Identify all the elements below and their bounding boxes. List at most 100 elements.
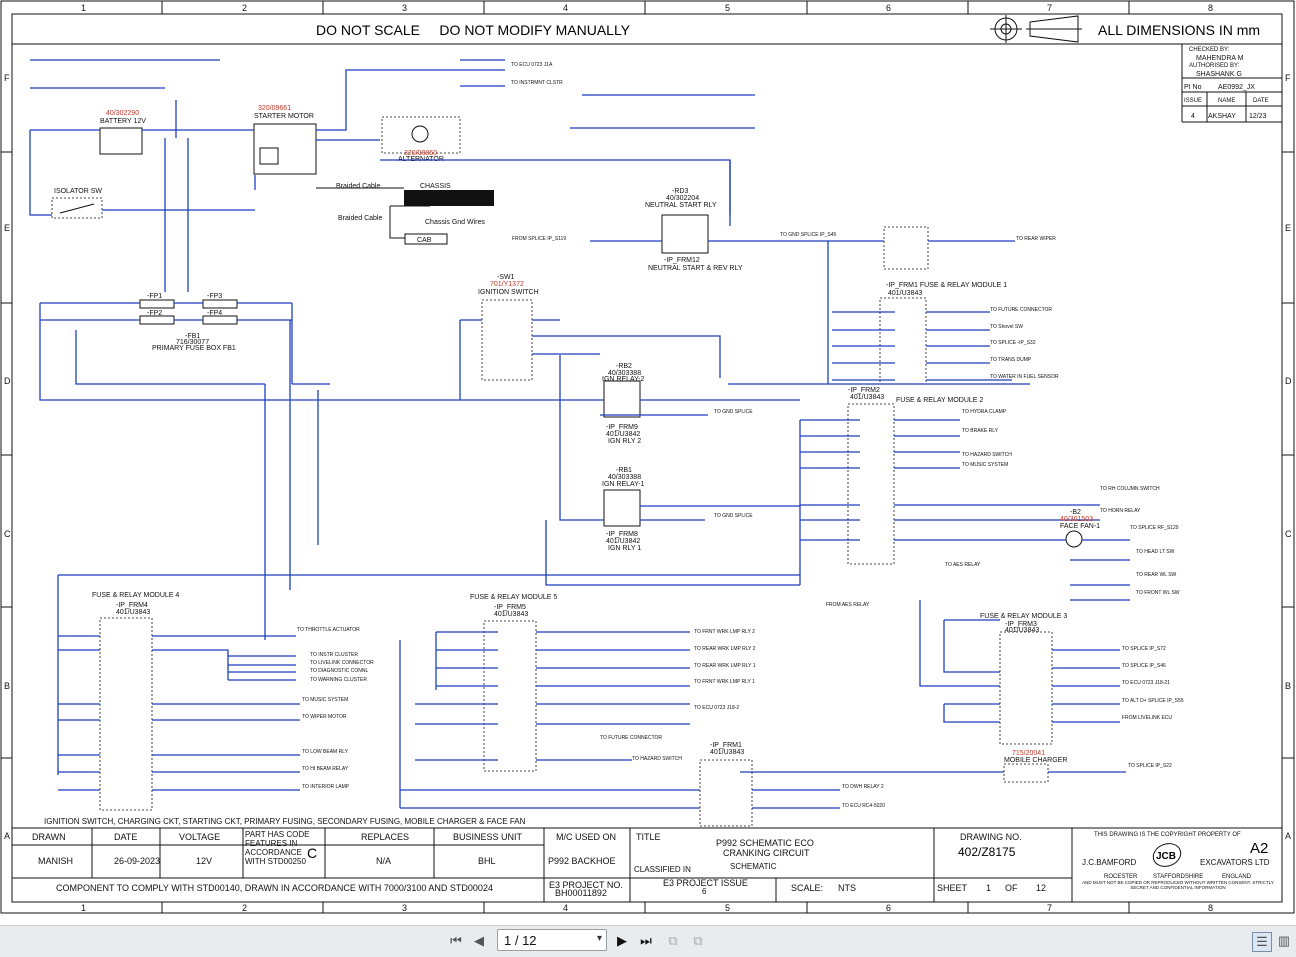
- row-c: C: [4, 529, 11, 539]
- rb1-name: IGN RELAY-1: [602, 481, 645, 488]
- dest-m1-3: TO TRANS DUMP: [990, 357, 1032, 363]
- fp1-label: -FP1: [147, 293, 162, 300]
- fuse-relay-module-3: FUSE & RELAY MODULE 3 -IP_FRM3 401/U3843…: [919, 600, 1184, 745]
- page-selector[interactable]: 1 / 12 ▾: [497, 929, 607, 951]
- ign-rly2-label: IGN RLY 2: [608, 438, 641, 445]
- rb1-label: -RB1: [616, 467, 632, 474]
- tb-bu: BHL: [478, 856, 496, 866]
- braided-cable-1: Braided Cable: [336, 183, 380, 190]
- frm9-code: 401/U3842: [606, 431, 640, 438]
- dest-f1b-1: TO ECU RC4-5020: [842, 803, 885, 809]
- cab-label: CAB: [417, 237, 432, 244]
- tb-part-code: C: [307, 845, 317, 861]
- last-page-button[interactable]: ⏭: [637, 932, 655, 950]
- row-a-right: A: [1285, 831, 1291, 841]
- rb2-name: IGN RELAY-2: [602, 376, 645, 383]
- chevron-down-icon: ▾: [596, 933, 602, 944]
- fp2-label: -FP2: [147, 310, 162, 317]
- dest-top-7: FROM AES RELAY: [826, 602, 870, 608]
- name-label: NAME: [1218, 98, 1235, 104]
- rb1-code: 40/303388: [608, 474, 641, 481]
- fp4-label: -FP4: [207, 310, 222, 317]
- revision-panel: CHECKED BY: MAHENDRA M AUTHORISED BY: SH…: [1181, 44, 1282, 123]
- dest-m5-0: TO FRNT WRK LMP RLY 2: [694, 629, 755, 635]
- tb-company2: EXCAVATORS LTD: [1200, 858, 1270, 867]
- schematic-caption: IGNITION SWITCH, CHARGING CKT, STARTING …: [44, 817, 526, 826]
- header-dimensions: ALL DIMENSIONS IN mm: [1098, 22, 1260, 38]
- dest-m1-0: TO FUTURE CONNECTOR: [990, 307, 1052, 313]
- dest-m4-2: TO LIVELINK CONNECTOR: [310, 660, 374, 666]
- tb-bu-label: BUSINESS UNIT: [453, 832, 523, 842]
- tb-sheets: 12: [1036, 883, 1046, 893]
- row-d-right: D: [1285, 376, 1292, 386]
- starter-label: STARTER MOTOR: [254, 113, 314, 120]
- dest-ff-6: TO AES RELAY: [945, 562, 981, 568]
- header-do-not-scale: DO NOT SCALE DO NOT MODIFY MANUALLY: [316, 22, 631, 38]
- dest-m1-2: TO SPLICE -IP_S32: [990, 340, 1036, 346]
- title-block: DRAWN DATE VOLTAGE REPLACES BUSINESS UNI…: [12, 827, 1282, 902]
- next-page-button[interactable]: ▶: [613, 932, 631, 950]
- b2-code: 40/301503: [1060, 516, 1093, 523]
- isolator-label: ISOLATOR SW: [54, 188, 102, 195]
- dest-m2-3: TO MUSIC SYSTEM: [962, 462, 1008, 468]
- tb-replaces: N/A: [376, 856, 391, 866]
- pdf-viewer-toolbar: ⏮ ◀ 1 / 12 ▾ ▶ ⏭ ⧉ ⧉ ☰ ▥: [0, 925, 1296, 957]
- dest-m4-3: TO DIAGNOSTIC CONNL: [310, 668, 368, 674]
- tb-sheet-label: SHEET: [937, 883, 968, 893]
- ign-relays: -RB2 40/303388 IGN RELAY-2 -IP_FRM9 401/…: [460, 355, 800, 586]
- dest-m5-5: TO FUTURE CONNECTOR: [600, 735, 662, 741]
- previous-page-button[interactable]: ◀: [470, 932, 488, 950]
- frm5-label: -IP_FRM5: [494, 604, 526, 611]
- tb-part-code-wrap: PART HAS CODE FEATURES IN ACCORDANCE WIT…: [245, 830, 309, 866]
- jcb-logo-icon: JCB: [1152, 843, 1182, 867]
- row-c-right: C: [1285, 529, 1292, 539]
- battery-label: BATTERY 12V: [100, 118, 146, 125]
- row-b-right: B: [1285, 681, 1291, 691]
- dest-m5-3: TO FRNT WRK LMP RLY 1: [694, 679, 755, 685]
- dest-m4-4: TO WARNING CLUSTER: [310, 677, 367, 683]
- chassis-label: CHASSIS: [420, 183, 451, 190]
- dest-m4-7: TO LOW BEAM RLY: [302, 749, 349, 755]
- dest-m4-1: TO INSTR CLUSTER: [310, 652, 358, 658]
- frm9-label: -IP_FRM9: [606, 424, 638, 431]
- tb-voltage: 12V: [196, 856, 212, 866]
- single-page-icon: ☰: [1256, 934, 1268, 949]
- frm1b-code: 401/U3843: [710, 749, 744, 756]
- dest-ff-2: TO SPLICE RF_S120: [1130, 525, 1179, 531]
- frm5-code: 401/U3843: [494, 611, 528, 618]
- tb-drawing-no-label: DRAWING NO.: [960, 832, 1022, 842]
- dest-m4-5: TO MUSIC SYSTEM: [302, 697, 348, 703]
- dest-ff-3: TO HEAD LT SW: [1136, 549, 1175, 555]
- fit-page-icon: ⧉: [693, 933, 703, 948]
- dest-m3-4: FROM LIVELINK ECU: [1122, 715, 1172, 721]
- dest-m5-1: TO REAR WRK LMP RLY 2: [694, 646, 756, 652]
- single-page-view-button[interactable]: ☰: [1252, 932, 1272, 952]
- dest-m5-2: TO REAR WRK LMP RLY 1: [694, 663, 756, 669]
- col-1-bottom: 1: [81, 903, 86, 913]
- schematic-sheet: 1 2 3 4 5 6 7 8 1 2 3 4 5 6 7 8 F E D C …: [0, 0, 1296, 925]
- face-fan-label: FACE FAN-1: [1060, 523, 1100, 530]
- col-6: 6: [886, 3, 891, 13]
- two-page-view-button[interactable]: ▥: [1275, 932, 1293, 950]
- projection-symbol-icon: [990, 15, 1082, 43]
- row-b: B: [4, 681, 10, 691]
- col-7: 7: [1047, 3, 1052, 13]
- tb-of-label: OF: [1005, 883, 1018, 893]
- grid-column-marks: 1 2 3 4 5 6 7 8 1 2 3 4 5 6 7 8: [81, 1, 1213, 913]
- dest-m2-1: TO BRAKE RLY: [962, 428, 999, 434]
- mobile-charger-symbol: [1003, 763, 1049, 783]
- fit-width-button[interactable]: ⧉: [664, 932, 682, 950]
- frm8-code: 401/U3842: [606, 538, 640, 545]
- power-section: 40/302290 BATTERY 12V 320/09661 STARTER …: [29, 59, 755, 292]
- b2-label: -B2: [1070, 509, 1081, 516]
- col-3-bottom: 3: [402, 903, 407, 913]
- battery-code: 40/302290: [106, 110, 139, 117]
- fit-page-button[interactable]: ⧉: [689, 932, 707, 950]
- previous-page-icon: ◀: [474, 933, 484, 948]
- tb-title-2: CRANKING CIRCUIT: [723, 848, 810, 858]
- two-page-icon: ▥: [1277, 933, 1291, 948]
- first-page-button[interactable]: ⏮: [447, 932, 465, 950]
- dest-ff-5: TO FRONT WL SW: [1136, 590, 1180, 596]
- dest-top-1: TO INSTRMNT CLSTR: [511, 80, 563, 86]
- dest-m2-0: TO HYDRA CLAMP: [962, 409, 1007, 415]
